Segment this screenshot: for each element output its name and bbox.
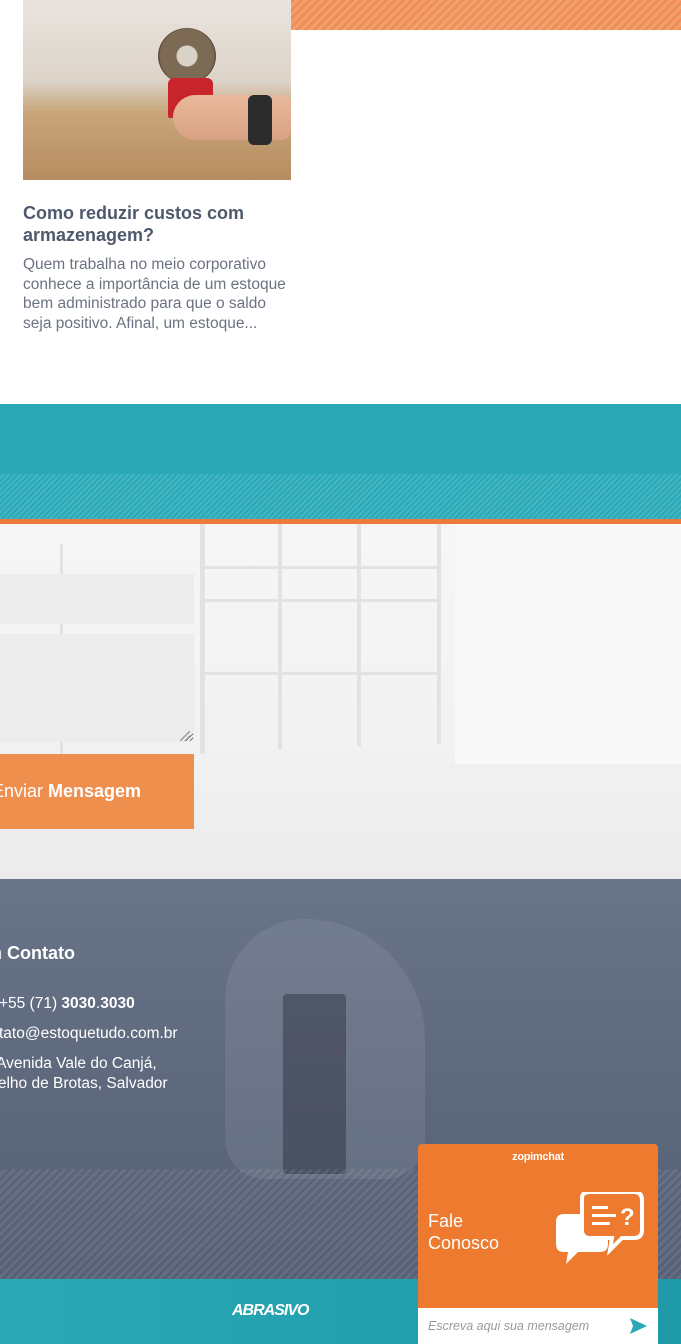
blog-image[interactable] [23,0,291,180]
chat-title[interactable]: Fale Conosco [428,1210,528,1254]
zopim-chat-logo: zopimchat [512,1151,564,1163]
chat-bubble-icon: ? [556,1192,644,1264]
teal-band [0,404,681,474]
svg-text:?: ? [620,1204,635,1231]
blog-title[interactable]: Como reduzir custos com armazenagem? [23,202,291,246]
chat-message-input[interactable] [418,1308,628,1344]
hand [173,95,291,140]
message-textarea[interactable] [0,634,194,742]
contact-phone[interactable]: Fone: +55 (71) 3030.3030 [0,994,135,1014]
abrasivo-logo[interactable]: ABRASIVO [232,1302,309,1320]
send-arrow-icon[interactable] [630,1318,647,1334]
blog-card[interactable]: Como reduzir custos com armazenagem? Que… [23,0,291,333]
wristwatch [248,95,272,145]
blog-excerpt: Quem trabalha no meio corporativo conhec… [23,256,286,332]
send-label-bold: Mensagem [48,781,142,801]
name-input[interactable] [0,574,194,624]
contact-email[interactable]: contato@estoquetudo.com.br [0,1024,178,1044]
contact-title: Em Contato [0,943,75,963]
send-message-button[interactable]: Enviar Mensagem [0,754,194,829]
chat-input-bar [418,1308,658,1344]
resize-handle-icon[interactable] [180,731,190,741]
teal-stripe [0,474,681,519]
contact-address: Endereço: Avenida Vale do Canjá, Engenho… [0,1055,168,1092]
send-label-light: Enviar [0,781,44,801]
decorative-stripe-top [291,0,681,30]
contact-form: Enviar Mensagem [0,524,681,879]
chat-widget[interactable]: zopimchat Fale Conosco ? [418,1144,658,1344]
